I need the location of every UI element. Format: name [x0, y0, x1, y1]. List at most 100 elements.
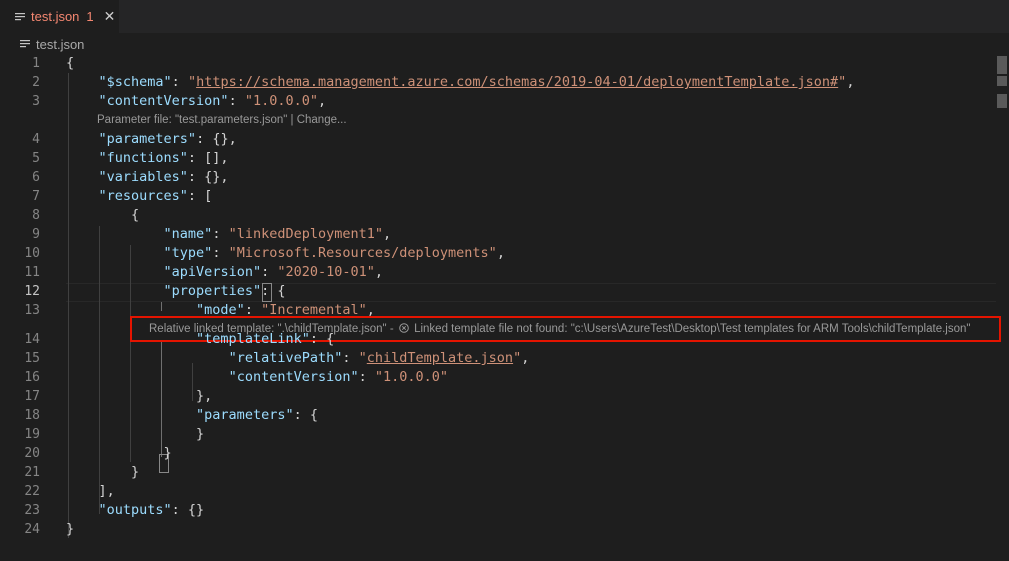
json-key: "parameters" [98, 131, 197, 147]
json-punctuation: : {}, [187, 169, 229, 185]
code-line[interactable]: 20 } [0, 444, 1009, 463]
code-line[interactable]: 10 "type": "Microsoft.Resources/deployme… [0, 244, 1009, 263]
json-string: "Microsoft.Resources/deployments" [228, 245, 497, 261]
code-line[interactable]: 7 "resources": [ [0, 187, 1009, 206]
code-text: "contentVersion": "1.0.0.0" [66, 368, 448, 387]
json-punctuation: , [374, 264, 384, 280]
json-punctuation [66, 331, 196, 347]
json-string: " [358, 350, 367, 366]
code-text: "relativePath": "childTemplate.json", [66, 349, 530, 368]
code-line[interactable]: 14 "templateLink": { [0, 330, 1009, 349]
code-editor[interactable]: Parameter file: "test.parameters.json" |… [0, 54, 1009, 561]
code-line[interactable]: 22 ], [0, 482, 1009, 501]
code-text: } [66, 520, 74, 539]
code-line[interactable]: 9 "name": "linkedDeployment1", [0, 225, 1009, 244]
json-link[interactable]: childTemplate.json [367, 350, 513, 366]
code-text: "parameters": {}, [66, 130, 237, 149]
close-icon[interactable]: ✕ [104, 8, 116, 25]
code-text: } [66, 425, 204, 444]
json-string: " [513, 350, 522, 366]
json-punctuation: : [342, 350, 359, 366]
code-line[interactable]: 18 "parameters": { [0, 406, 1009, 425]
code-line[interactable]: 19 } [0, 425, 1009, 444]
code-line[interactable]: 23 "outputs": {} [0, 501, 1009, 520]
code-line[interactable]: 1{ [0, 54, 1009, 73]
json-key: "$schema" [98, 74, 172, 90]
json-key: "templateLink" [196, 331, 310, 347]
line-number: 12 [24, 284, 40, 299]
line-number: 5 [32, 151, 40, 166]
breadcrumb-filename[interactable]: test.json [36, 37, 84, 52]
line-number: 6 [32, 170, 40, 185]
code-line[interactable]: 3 "contentVersion": "1.0.0.0", [0, 92, 1009, 111]
file-lines-icon [15, 12, 25, 20]
json-punctuation: : [212, 245, 229, 261]
json-punctuation: ], [66, 483, 115, 499]
file-lines-icon [20, 40, 30, 48]
line-number: 2 [32, 75, 40, 90]
code-line[interactable]: 15 "relativePath": "childTemplate.json", [0, 349, 1009, 368]
tab-test-json[interactable]: test.json 1 ✕ [0, 0, 119, 33]
code-text: } [66, 463, 139, 482]
json-punctuation: , [366, 302, 375, 318]
json-key: "properties" [163, 283, 262, 299]
json-string: " [187, 74, 197, 90]
code-line[interactable]: 13 "mode": "Incremental", [0, 301, 1009, 320]
code-text: "type": "Microsoft.Resources/deployments… [66, 244, 505, 263]
code-text: }, [66, 387, 212, 406]
code-line[interactable]: 11 "apiVersion": "2020-10-01", [0, 263, 1009, 282]
json-punctuation [66, 407, 196, 423]
line-number: 11 [24, 265, 40, 280]
code-line[interactable]: 8 { [0, 206, 1009, 225]
tab-bar: test.json 1 ✕ [0, 0, 1009, 33]
json-punctuation: : { [261, 283, 286, 299]
code-line[interactable]: 16 "contentVersion": "1.0.0.0" [0, 368, 1009, 387]
json-punctuation: , [521, 350, 530, 366]
json-key: "variables" [98, 169, 188, 185]
code-line[interactable]: 2 "$schema": "https://schema.management.… [0, 73, 1009, 92]
code-line[interactable]: 24} [0, 520, 1009, 539]
line-number: 4 [32, 132, 40, 147]
json-punctuation [66, 369, 229, 385]
codelens-parameter-file[interactable]: Parameter file: "test.parameters.json" |… [97, 111, 347, 130]
line-number: 8 [32, 208, 40, 223]
json-punctuation: : {}, [196, 131, 237, 147]
json-key: "contentVersion" [228, 369, 359, 385]
code-line[interactable]: 21 } [0, 463, 1009, 482]
code-line[interactable]: 5 "functions": [], [0, 149, 1009, 168]
json-key: "functions" [98, 150, 188, 166]
code-text: "functions": [], [66, 149, 229, 168]
json-key: "name" [163, 226, 213, 242]
line-number: 3 [32, 94, 40, 109]
line-number: 17 [24, 389, 40, 404]
json-punctuation [66, 150, 99, 166]
json-punctuation: } [66, 445, 172, 461]
json-punctuation: : [212, 226, 229, 242]
tab-label: test.json [31, 9, 80, 24]
json-punctuation: : [], [187, 150, 229, 166]
json-punctuation [66, 131, 99, 147]
scrollbar-marker [997, 76, 1007, 86]
line-number: 9 [32, 227, 40, 242]
json-punctuation: { [66, 55, 75, 71]
json-punctuation: : {} [171, 502, 205, 518]
code-text: "properties": { [66, 282, 286, 301]
code-line[interactable]: 12 "properties": { [0, 282, 1009, 301]
json-punctuation: }, [66, 388, 213, 404]
code-text: "variables": {}, [66, 168, 229, 187]
line-number: 15 [24, 351, 40, 366]
code-text: { [66, 54, 74, 73]
code-line[interactable]: 6 "variables": {}, [0, 168, 1009, 187]
json-link[interactable]: https://schema.management.azure.com/sche… [196, 74, 838, 90]
json-string: "linkedDeployment1" [228, 226, 384, 242]
line-number: 7 [32, 189, 40, 204]
code-line[interactable]: 17 }, [0, 387, 1009, 406]
code-line[interactable]: 4 "parameters": {}, [0, 130, 1009, 149]
line-number: 24 [24, 522, 40, 537]
line-number: 16 [24, 370, 40, 385]
json-punctuation: , [496, 245, 505, 261]
code-text: "templateLink": { [66, 330, 334, 349]
breadcrumb[interactable]: test.json [0, 33, 1009, 55]
json-punctuation: } [66, 426, 205, 442]
scrollbar[interactable] [995, 54, 1009, 561]
